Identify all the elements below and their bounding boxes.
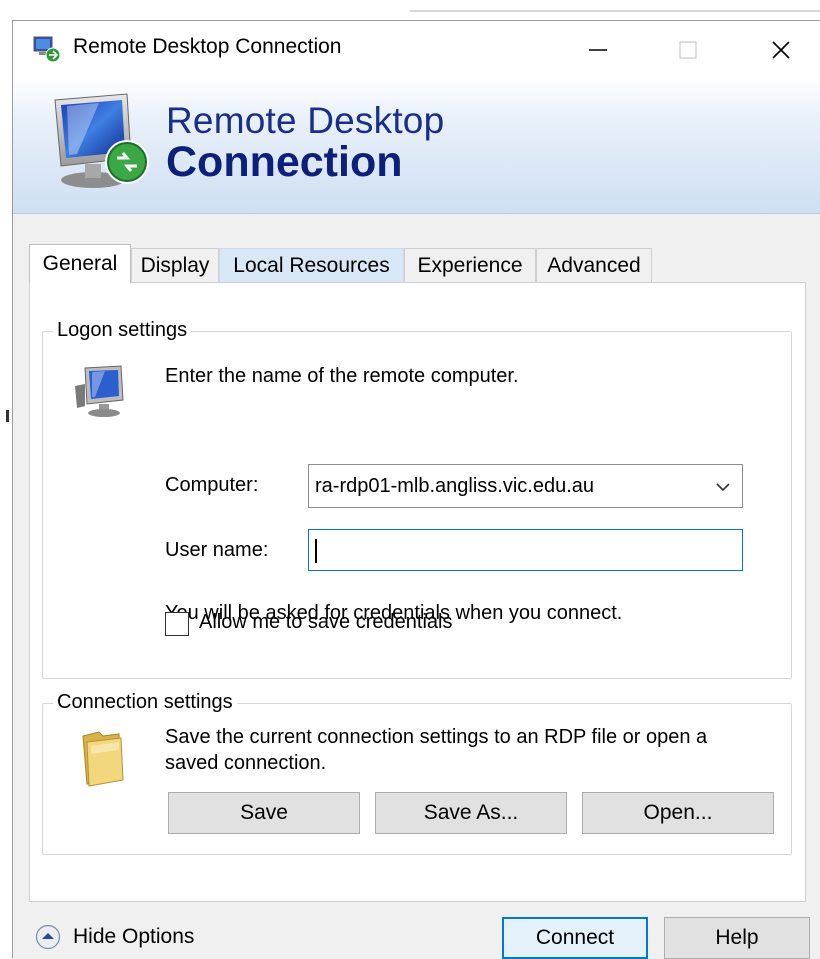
- desktop-window-edge: [410, 10, 820, 12]
- tab-advanced[interactable]: Advanced: [536, 248, 652, 282]
- dialog-content: General Display Local Resources Experien…: [13, 214, 820, 959]
- computer-icon: [75, 365, 124, 417]
- computer-combobox-value: ra-rdp01-mlb.angliss.vic.edu.au: [315, 475, 595, 497]
- chevron-down-icon[interactable]: [714, 478, 732, 496]
- tab-general[interactable]: General: [29, 244, 131, 283]
- banner-title-line1: Remote Desktop: [166, 100, 445, 141]
- logon-settings-group: Logon settings Enter the name of the rem…: [42, 319, 792, 679]
- username-input[interactable]: [308, 529, 743, 571]
- save-as-button[interactable]: Save As...: [375, 792, 567, 834]
- chevron-up-circle-icon[interactable]: [35, 924, 61, 950]
- minimize-icon: [589, 49, 607, 51]
- connection-description-line2: saved connection.: [165, 752, 327, 774]
- remote-desktop-monitor-icon: [54, 93, 149, 188]
- folder-icon: [82, 731, 124, 787]
- banner-title-line2: Connection: [166, 138, 403, 186]
- hide-options-label[interactable]: Hide Options: [73, 925, 194, 949]
- maximize-icon: [679, 41, 697, 59]
- save-credentials-checkbox[interactable]: [165, 612, 189, 636]
- remote-desktop-app-icon: [33, 36, 61, 63]
- save-button[interactable]: Save: [168, 792, 360, 834]
- connect-button[interactable]: Connect: [502, 917, 648, 959]
- tab-display[interactable]: Display: [131, 248, 219, 282]
- logon-settings-title: Logon settings: [53, 319, 192, 342]
- computer-label: Computer:: [165, 474, 259, 496]
- rdp-window: Remote Desktop Connection Remote Desktop…: [12, 20, 820, 959]
- connection-settings-title: Connection settings: [53, 691, 237, 714]
- logon-intro-text: Enter the name of the remote computer.: [165, 365, 519, 387]
- header-banner: Remote Desktop Connection: [13, 78, 820, 214]
- computer-combobox[interactable]: ra-rdp01-mlb.angliss.vic.edu.au: [308, 464, 743, 508]
- help-button[interactable]: Help: [664, 917, 810, 959]
- tab-experience[interactable]: Experience: [404, 248, 536, 282]
- connection-settings-group: Connection settings Save the current con…: [42, 691, 792, 855]
- minimize-button[interactable]: [568, 29, 628, 71]
- text-caret: [315, 539, 317, 563]
- general-tab-panel: Logon settings Enter the name of the rem…: [29, 282, 806, 902]
- tab-local-resources[interactable]: Local Resources: [219, 248, 404, 282]
- maximize-button[interactable]: [658, 29, 718, 71]
- title-bar[interactable]: Remote Desktop Connection: [13, 21, 820, 78]
- username-label: User name:: [165, 539, 269, 561]
- connection-description-line1: Save the current connection settings to …: [165, 726, 708, 748]
- save-credentials-label[interactable]: Allow me to save credentials: [199, 611, 452, 634]
- hide-options-toggle[interactable]: Hide Options: [35, 922, 194, 952]
- desktop-cursor-mark: [6, 410, 9, 422]
- open-button[interactable]: Open...: [582, 792, 774, 834]
- close-button[interactable]: [751, 29, 811, 71]
- close-icon: [772, 41, 790, 59]
- window-title: Remote Desktop Connection: [73, 35, 342, 58]
